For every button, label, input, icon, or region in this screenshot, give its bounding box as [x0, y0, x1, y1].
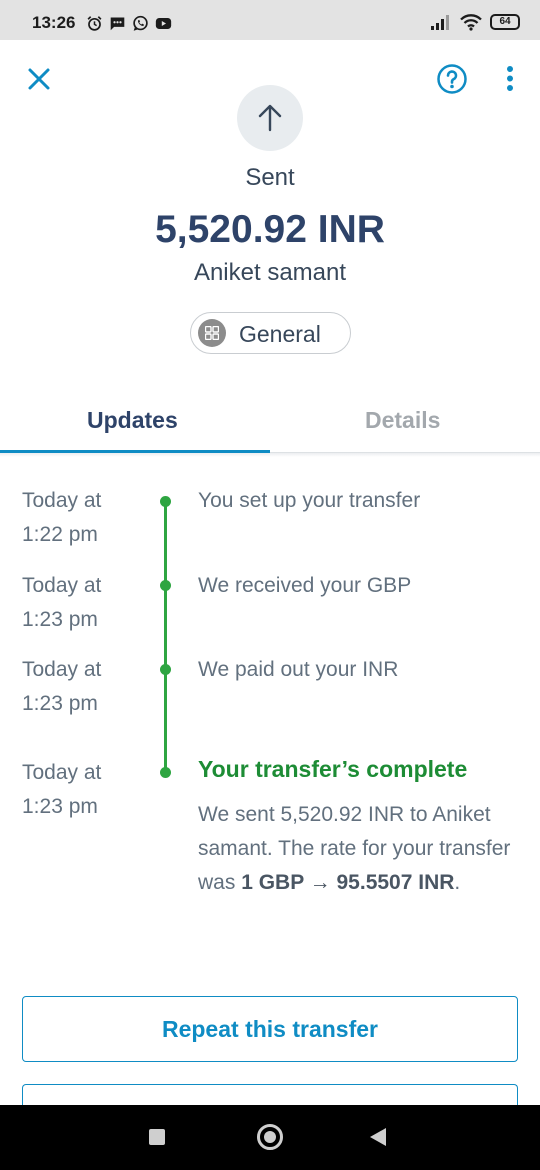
timeline-event: We received your GBP	[198, 574, 412, 597]
transfer-complete-description: We sent 5,520.92 INR to Aniket samant. T…	[198, 803, 511, 894]
sent-status-icon	[237, 85, 303, 151]
transfer-amount: 5,520.92 INR	[155, 208, 385, 251]
timeline-dot	[160, 496, 171, 507]
wifi-icon	[460, 14, 482, 31]
transfer-status: Sent	[245, 164, 295, 191]
youtube-icon	[155, 17, 172, 29]
timeline-dot	[160, 664, 171, 675]
timeline-dot	[160, 580, 171, 591]
help-icon[interactable]	[436, 63, 468, 95]
tab-shadow	[0, 453, 540, 457]
timeline-event: You set up your transfer	[198, 489, 421, 512]
transfer-complete-title: Your transfer’s complete	[198, 756, 468, 782]
category-chip[interactable]: General	[190, 312, 351, 354]
timeline-time: Today at 1:23 pm	[22, 658, 102, 715]
battery-icon: 64	[490, 14, 520, 30]
notification-icons	[86, 14, 172, 32]
close-icon[interactable]	[24, 64, 54, 94]
tab-updates[interactable]: Updates	[87, 407, 178, 434]
timeline-time: Today at 1:22 pm	[22, 489, 102, 546]
alarm-icon	[87, 15, 102, 31]
arrow-up-icon	[258, 104, 282, 132]
grid-icon	[198, 319, 226, 347]
timeline-event: We paid out your INR	[198, 658, 399, 681]
recipient-name: Aniket samant	[193, 259, 347, 286]
recents-icon[interactable]	[149, 1129, 165, 1145]
more-vertical-icon[interactable]	[500, 64, 520, 94]
status-time: 13:26	[32, 13, 76, 32]
timeline-time: Today at 1:23 pm	[22, 761, 102, 818]
timeline-time: Today at 1:23 pm	[22, 574, 102, 631]
exchange-rate: 1 GBP → 95.5507 INR	[241, 871, 455, 894]
system-icons: 64	[430, 12, 520, 32]
message-icon	[110, 17, 125, 30]
repeat-transfer-button[interactable]: Repeat this transfer	[22, 996, 518, 1062]
timeline-dot	[160, 767, 171, 778]
signal-icon	[431, 15, 449, 30]
timeline-line	[164, 501, 167, 773]
status-bar: 13:26 64	[0, 0, 540, 40]
tab-details[interactable]: Details	[365, 407, 440, 434]
category-label: General	[239, 321, 321, 347]
back-icon[interactable]	[370, 1128, 386, 1146]
whatsapp-icon	[133, 15, 148, 31]
home-icon[interactable]	[257, 1124, 283, 1150]
